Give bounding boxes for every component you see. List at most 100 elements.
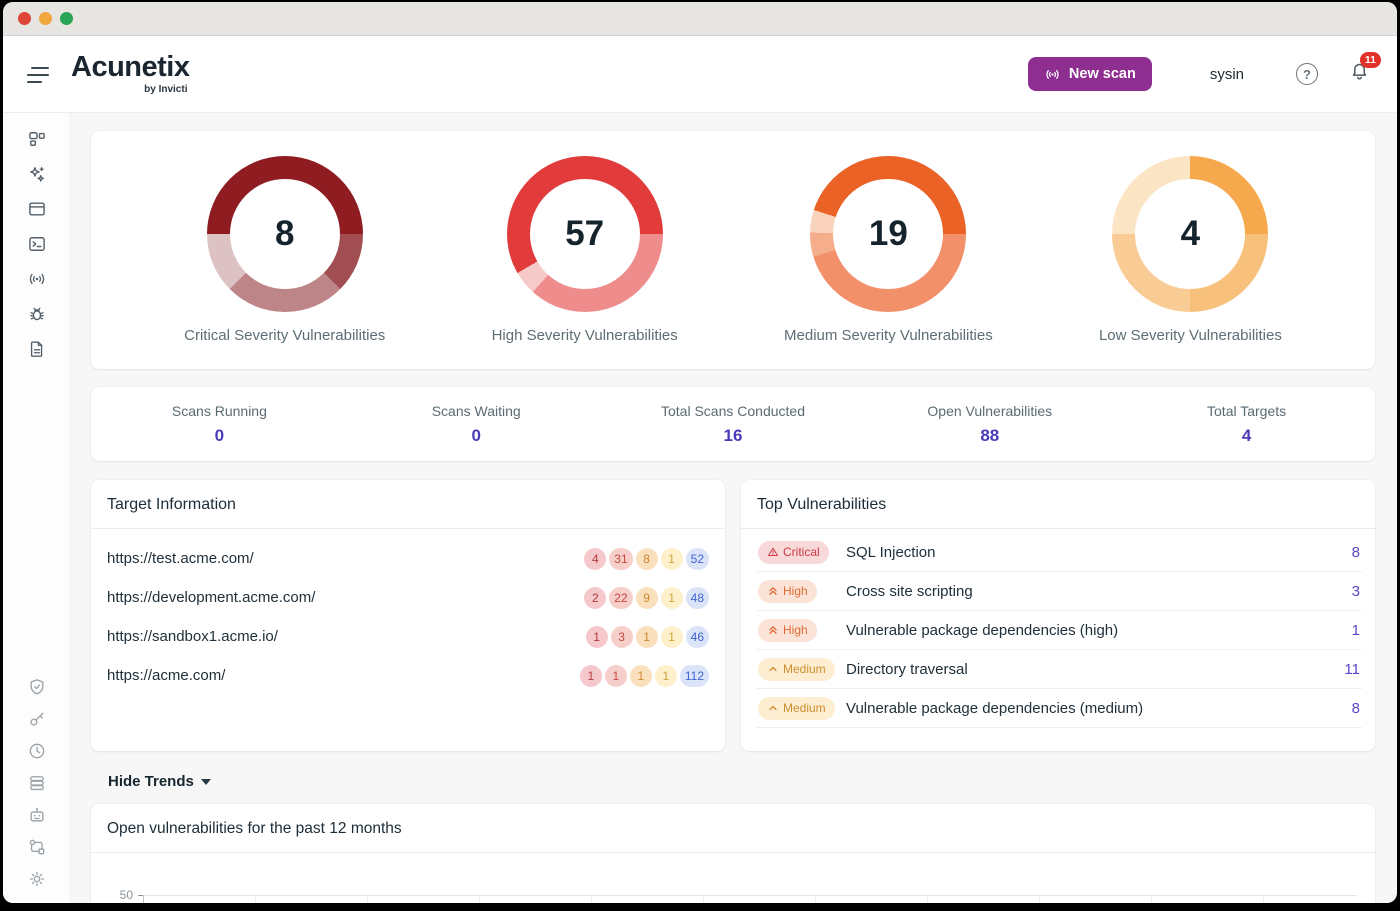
notifications-button[interactable]: 11	[1348, 60, 1371, 88]
count-badge: 48	[686, 587, 709, 609]
stat-label: Total Scans Conducted	[605, 403, 862, 419]
severity-donut-widget[interactable]: 19 Medium Severity Vulnerabilities	[784, 156, 993, 344]
top-vulnerabilities-title: Top Vulnerabilities	[741, 480, 1375, 529]
sparkles-icon[interactable]	[27, 164, 47, 184]
database-icon[interactable]	[27, 773, 47, 793]
workflow-icon[interactable]	[27, 837, 47, 857]
stat-item: Scans Waiting 0	[348, 403, 605, 446]
stat-value[interactable]: 88	[861, 426, 1118, 446]
zoom-button[interactable]	[60, 12, 73, 25]
vulnerability-name: Vulnerable package dependencies (high)	[846, 622, 1352, 639]
close-button[interactable]	[18, 12, 31, 25]
severity-badge: Medium	[758, 658, 835, 681]
target-url: https://development.acme.com/	[107, 589, 315, 606]
vulnerability-name: Cross site scripting	[846, 583, 1352, 600]
count-badge: 9	[636, 587, 658, 609]
vulnerability-name: Vulnerable package dependencies (medium)	[846, 700, 1352, 717]
vulnerability-count: 11	[1344, 661, 1360, 678]
help-icon[interactable]: ?	[1296, 63, 1318, 85]
chevron-down-icon	[201, 779, 211, 785]
count-badge: 1	[655, 665, 677, 687]
severity-count-badges: 4318152	[584, 548, 709, 570]
target-row[interactable]: https://test.acme.com/ 4318152	[91, 539, 725, 578]
trend-chart-card: Open vulnerabilities for the past 12 mon…	[91, 804, 1375, 903]
stat-value[interactable]: 0	[91, 426, 348, 446]
notification-count-badge: 11	[1360, 52, 1381, 68]
count-badge: 1	[661, 626, 683, 648]
vulnerability-count: 8	[1352, 700, 1360, 717]
donut-value: 19	[869, 214, 908, 254]
vulnerability-row[interactable]: Medium Vulnerable package dependencies (…	[756, 689, 1362, 728]
vulnerability-row[interactable]: High Cross site scripting 3	[756, 572, 1362, 611]
count-badge: 1	[605, 665, 627, 687]
donut-label: Low Severity Vulnerabilities	[1099, 327, 1282, 344]
bug-icon[interactable]	[27, 304, 47, 324]
new-scan-button[interactable]: New scan	[1028, 57, 1152, 91]
count-badge: 46	[686, 626, 709, 648]
grid-icon[interactable]	[27, 129, 47, 149]
hide-trends-toggle[interactable]: Hide Trends	[108, 773, 211, 790]
stat-item: Total Targets 4	[1118, 403, 1375, 446]
trend-chart: 50	[113, 853, 1357, 903]
target-url: https://acme.com/	[107, 667, 225, 684]
donut-chart: 4	[1112, 156, 1268, 312]
minimize-button[interactable]	[39, 12, 52, 25]
stat-label: Open Vulnerabilities	[861, 403, 1118, 419]
stat-value[interactable]: 4	[1118, 426, 1375, 446]
main-content: 8 Critical Severity Vulnerabilities 57 H…	[71, 113, 1397, 903]
clock-icon[interactable]	[27, 741, 47, 761]
severity-donut-widget[interactable]: 57 High Severity Vulnerabilities	[492, 156, 678, 344]
count-badge: 1	[630, 665, 652, 687]
count-badge: 4	[584, 548, 606, 570]
new-scan-label: New scan	[1069, 66, 1136, 82]
donut-chart: 57	[507, 156, 663, 312]
vulnerability-count: 1	[1352, 622, 1360, 639]
hide-trends-label: Hide Trends	[108, 773, 194, 790]
document-icon[interactable]	[27, 339, 47, 359]
key-icon[interactable]	[27, 709, 47, 729]
vulnerability-count: 8	[1352, 544, 1360, 561]
terminal-icon[interactable]	[27, 234, 47, 254]
logo-text: Acunetix	[71, 53, 189, 82]
donut-chart: 19	[810, 156, 966, 312]
top-vulnerabilities-panel: Top Vulnerabilities Critical SQL Injecti…	[741, 480, 1375, 751]
robot-icon[interactable]	[27, 805, 47, 825]
vulnerability-row[interactable]: Medium Directory traversal 11	[756, 650, 1362, 689]
browser-icon[interactable]	[27, 199, 47, 219]
stat-item: Total Scans Conducted 16	[605, 403, 862, 446]
severity-label: High	[783, 584, 808, 598]
app-window: Acunetix by Invicti New scan sysin ? 11	[3, 2, 1397, 903]
gear-icon[interactable]	[27, 869, 47, 889]
severity-label: Medium	[783, 701, 826, 715]
trend-chart-title: Open vulnerabilities for the past 12 mon…	[91, 804, 1375, 853]
stat-item: Scans Running 0	[91, 403, 348, 446]
target-row[interactable]: https://sandbox1.acme.io/ 131146	[91, 617, 725, 656]
target-row[interactable]: https://acme.com/ 1111112	[91, 656, 725, 695]
severity-badge: Medium	[758, 697, 835, 720]
vulnerability-row[interactable]: Critical SQL Injection 8	[756, 533, 1362, 572]
logo: Acunetix by Invicti	[71, 53, 189, 95]
severity-badge: High	[758, 619, 817, 642]
severity-donut-widget[interactable]: 8 Critical Severity Vulnerabilities	[184, 156, 385, 344]
stat-label: Scans Waiting	[348, 403, 605, 419]
shield-check-icon[interactable]	[27, 677, 47, 697]
target-url: https://test.acme.com/	[107, 550, 254, 567]
severity-badge: Critical	[758, 541, 829, 564]
donut-label: Critical Severity Vulnerabilities	[184, 327, 385, 344]
app-header: Acunetix by Invicti New scan sysin ? 11	[3, 36, 1397, 113]
menu-icon[interactable]	[27, 65, 51, 83]
stat-label: Total Targets	[1118, 403, 1375, 419]
scan-icon[interactable]	[27, 269, 47, 289]
vulnerability-row[interactable]: High Vulnerable package dependencies (hi…	[756, 611, 1362, 650]
severity-count-badges: 1111112	[580, 665, 709, 687]
target-information-title: Target Information	[91, 480, 725, 529]
stat-value[interactable]: 0	[348, 426, 605, 446]
donut-value: 8	[275, 214, 294, 254]
severity-donut-widget[interactable]: 4 Low Severity Vulnerabilities	[1099, 156, 1282, 344]
target-row[interactable]: https://development.acme.com/ 2229148	[91, 578, 725, 617]
logo-subtext: by Invicti	[144, 84, 187, 95]
vulnerability-count: 3	[1352, 583, 1360, 600]
user-menu[interactable]: sysin	[1210, 66, 1244, 83]
vulnerability-name: Directory traversal	[846, 661, 1344, 678]
stat-value[interactable]: 16	[605, 426, 862, 446]
